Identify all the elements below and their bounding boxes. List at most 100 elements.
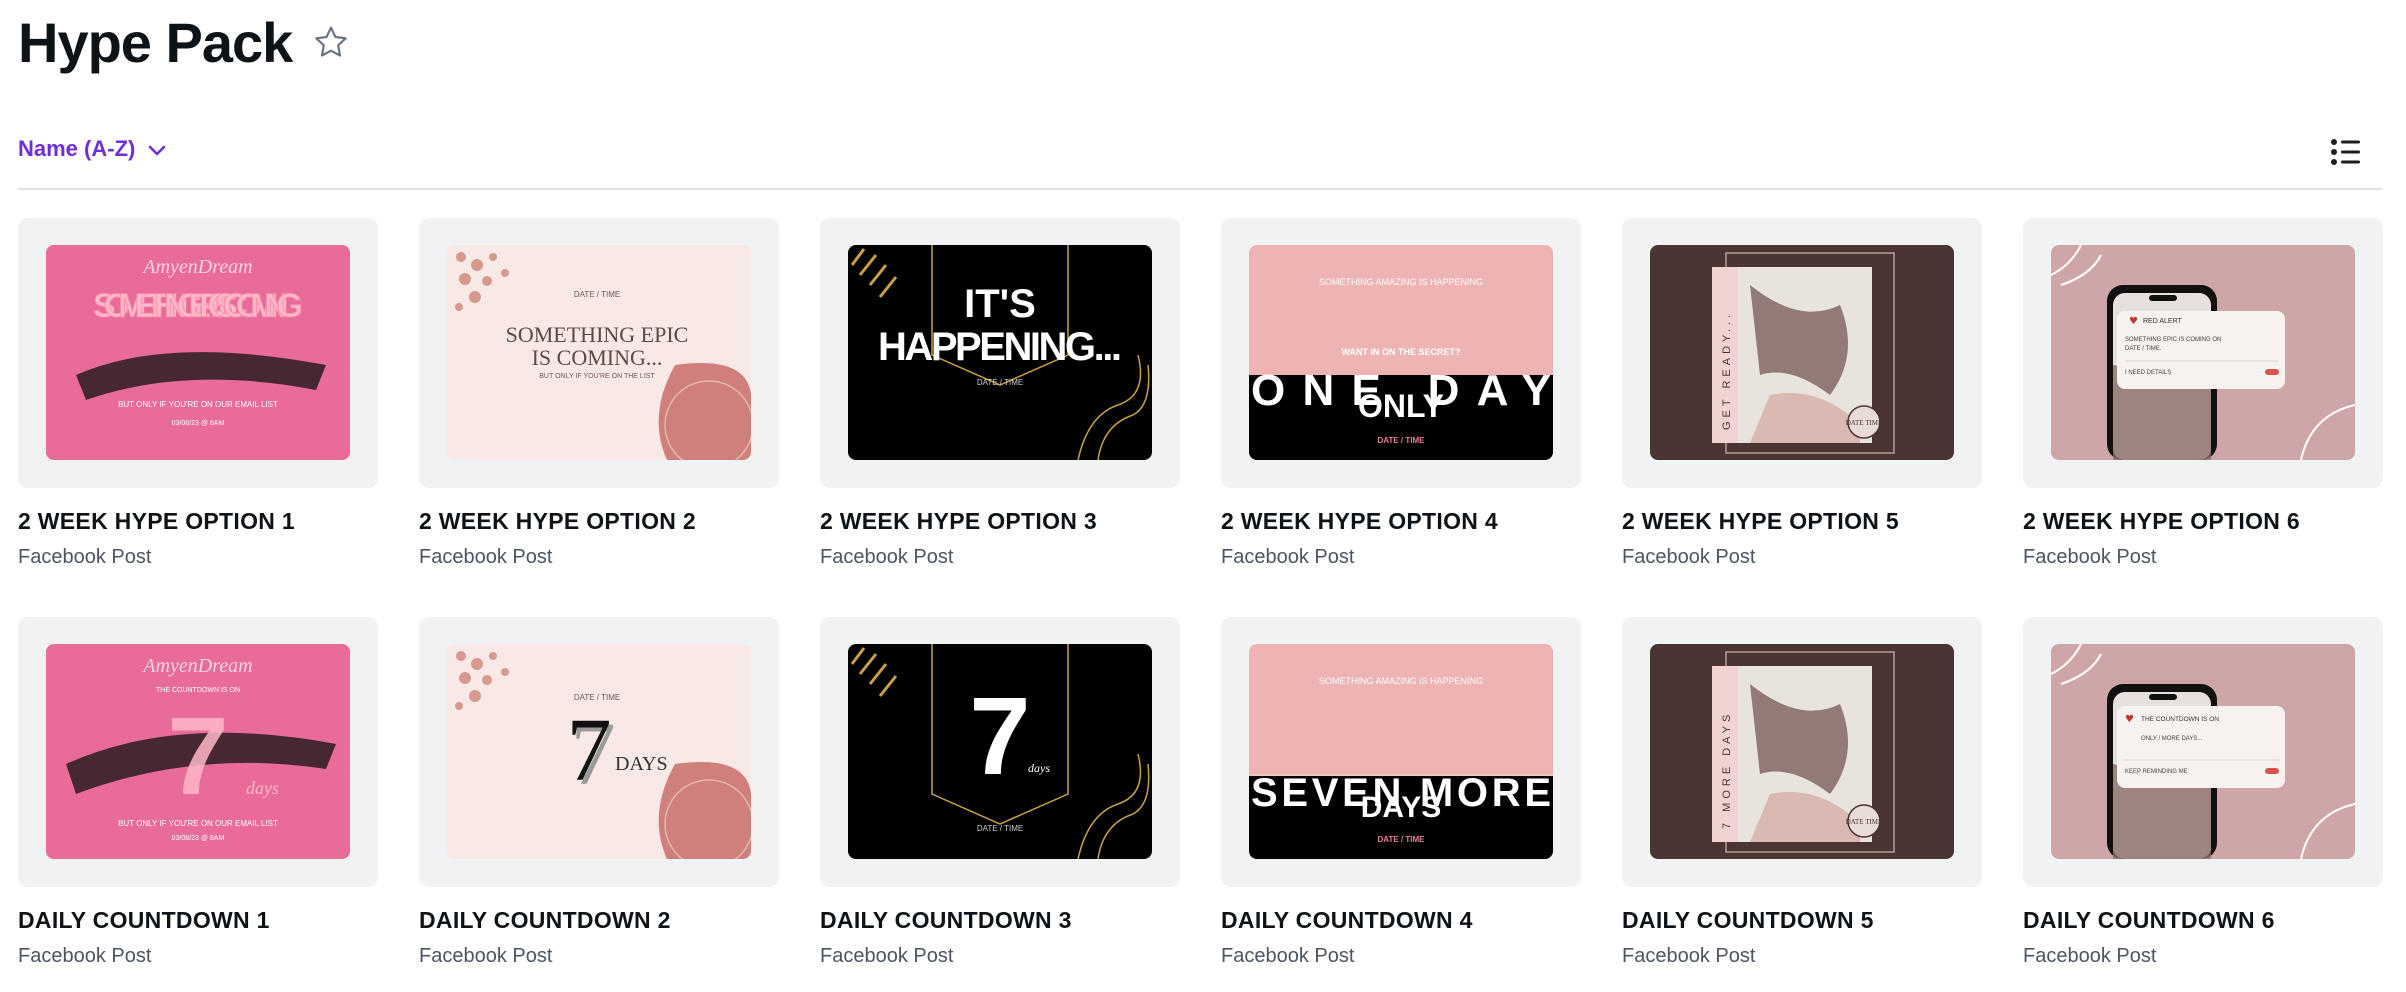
design-type: Facebook Post [1221, 945, 1355, 967]
design-title: 2 WEEK HYPE OPTION 4 [1221, 508, 1498, 534]
svg-text:♥: ♥ [2129, 316, 2138, 327]
svg-text:BUT ONLY IF YOU'RE ON OUR EMAI: BUT ONLY IF YOU'RE ON OUR EMAIL LIST [118, 819, 278, 828]
design-card[interactable]: 7 MORE DAYS DATE TIME DAILY COUNTDOWN 5 … [1622, 617, 1982, 981]
design-thumbnail: SOMETHING AMAZING IS HAPPENING WANT IN O… [1249, 245, 1553, 460]
svg-text:SOMETHING EPIC IS COMING ON: SOMETHING EPIC IS COMING ON [2125, 337, 2221, 343]
thumbnail-frame: 7 days DATE / TIME [820, 617, 1180, 887]
design-thumbnail: AmyenDream THE COUNTDOWN IS ON 7 days BU… [46, 644, 350, 859]
design-title: 2 WEEK HYPE OPTION 2 [419, 508, 696, 534]
svg-text:days: days [1028, 761, 1050, 775]
svg-text:days: days [246, 778, 279, 798]
design-card[interactable]: AmyenDream SOMETHING EPIC IS COMING BUT … [18, 218, 378, 582]
thumbnail-frame: ♥ THE COUNTDOWN IS ON ONLY / MORE DAYS..… [2023, 617, 2383, 887]
design-title: 2 WEEK HYPE OPTION 5 [1622, 508, 1899, 534]
star-icon[interactable] [310, 22, 352, 64]
svg-text:7: 7 [969, 675, 1030, 798]
svg-text:SOMETHING EPIC: SOMETHING EPIC [506, 322, 689, 347]
svg-text:I NEED DETAILS: I NEED DETAILS [2125, 370, 2171, 376]
design-card[interactable]: AmyenDream THE COUNTDOWN IS ON 7 days BU… [18, 617, 378, 981]
svg-text:RED ALERT: RED ALERT [2143, 318, 2182, 325]
svg-text:SOMETHING AMAZING IS HAPPENING: SOMETHING AMAZING IS HAPPENING [1319, 676, 1483, 686]
design-card[interactable]: ♥ THE COUNTDOWN IS ON ONLY / MORE DAYS..… [2023, 617, 2383, 981]
design-grid: AmyenDream SOMETHING EPIC IS COMING BUT … [18, 218, 2383, 981]
svg-text:KEEP REMINDING ME: KEEP REMINDING ME [2125, 769, 2188, 775]
design-title: 2 WEEK HYPE OPTION 6 [2023, 508, 2300, 534]
design-card[interactable]: DATE / TIME 7 7 DAYS DAILY COUNTDOWN 2 F… [419, 617, 779, 981]
design-type: Facebook Post [1622, 945, 1756, 967]
design-thumbnail: DATE / TIME 7 7 DAYS [447, 644, 751, 859]
design-card[interactable]: GET READY... DATE TIME 2 WEEK HYPE OPTIO… [1622, 218, 1982, 582]
design-title: 2 WEEK HYPE OPTION 1 [18, 508, 295, 534]
svg-text:BUT ONLY IF YOU'RE ON THE LIST: BUT ONLY IF YOU'RE ON THE LIST [539, 373, 655, 380]
sort-dropdown[interactable]: Name (A-Z) [18, 134, 167, 164]
design-card[interactable]: IT'S HAPPENING... DATE / TIME 2 WEEK HYP… [820, 218, 1180, 582]
design-thumbnail: ♥ THE COUNTDOWN IS ON ONLY / MORE DAYS..… [2051, 644, 2355, 859]
svg-text:♥: ♥ [2125, 714, 2134, 725]
thumbnail-frame: SOMETHING AMAZING IS HAPPENING WANT IN O… [1221, 218, 1581, 488]
svg-text:ONLY / MORE DAYS...: ONLY / MORE DAYS... [2141, 736, 2203, 742]
design-title: DAILY COUNTDOWN 4 [1221, 907, 1473, 933]
svg-text:7: 7 [567, 701, 612, 800]
svg-text:SOMETHING EPIC IS COMING: SOMETHING EPIC IS COMING [93, 287, 303, 325]
design-card[interactable]: SOMETHING AMAZING IS HAPPENING SEVEN MOR… [1221, 617, 1581, 981]
design-title: DAILY COUNTDOWN 1 [18, 907, 270, 933]
list-view-icon[interactable] [2328, 134, 2364, 170]
toolbar: Name (A-Z) [18, 128, 2382, 190]
svg-text:ONLY: ONLY [1358, 388, 1444, 424]
svg-text:AmyenDream: AmyenDream [141, 655, 252, 677]
design-title: DAILY COUNTDOWN 2 [419, 907, 671, 933]
design-type: Facebook Post [2023, 546, 2157, 568]
sort-label: Name (A-Z) [18, 136, 136, 161]
design-title: DAILY COUNTDOWN 6 [2023, 907, 2275, 933]
page-title: Hype Pack [18, 11, 293, 74]
svg-text:7: 7 [167, 695, 228, 818]
svg-text:DATE / TIME: DATE / TIME [574, 290, 620, 299]
design-thumbnail: IT'S HAPPENING... DATE / TIME [848, 245, 1152, 460]
design-type: Facebook Post [419, 945, 553, 967]
svg-text:THE COUNTDOWN IS ON: THE COUNTDOWN IS ON [2141, 716, 2219, 723]
design-title: 2 WEEK HYPE OPTION 3 [820, 508, 1097, 534]
svg-text:03/08/23 @ 8AM: 03/08/23 @ 8AM [172, 835, 225, 842]
title-row: Hype Pack [18, 8, 352, 78]
design-type: Facebook Post [18, 945, 152, 967]
svg-text:THE COUNTDOWN IS ON: THE COUNTDOWN IS ON [156, 687, 240, 694]
svg-text:7 MORE DAYS: 7 MORE DAYS [1721, 711, 1733, 829]
thumbnail-frame: 7 MORE DAYS DATE TIME [1622, 617, 1982, 887]
svg-text:WANT IN ON THE SECRET?: WANT IN ON THE SECRET? [1342, 347, 1461, 357]
svg-text:DAYS: DAYS [615, 753, 668, 775]
design-thumbnail: AmyenDream SOMETHING EPIC IS COMING BUT … [46, 245, 350, 460]
design-title: DAILY COUNTDOWN 5 [1622, 907, 1874, 933]
design-card[interactable]: 7 days DATE / TIME DAILY COUNTDOWN 3 Fac… [820, 617, 1180, 981]
svg-text:BUT ONLY IF YOU'RE ON OUR EMAI: BUT ONLY IF YOU'RE ON OUR EMAIL LIST [118, 400, 278, 409]
thumbnail-frame: IT'S HAPPENING... DATE / TIME [820, 218, 1180, 488]
design-card[interactable]: SOMETHING AMAZING IS HAPPENING WANT IN O… [1221, 218, 1581, 582]
svg-text:DATE / TIME: DATE / TIME [977, 378, 1023, 387]
svg-text:DATE / TIME.: DATE / TIME. [2125, 346, 2162, 352]
thumbnail-frame: AmyenDream SOMETHING EPIC IS COMING BUT … [18, 218, 378, 488]
thumbnail-frame: SOMETHING AMAZING IS HAPPENING SEVEN MOR… [1221, 617, 1581, 887]
design-thumbnail: SOMETHING AMAZING IS HAPPENING SEVEN MOR… [1249, 644, 1553, 859]
design-card[interactable]: DATE / TIME SOMETHING EPIC IS COMING... … [419, 218, 779, 582]
design-type: Facebook Post [2023, 945, 2157, 967]
design-type: Facebook Post [820, 546, 954, 568]
svg-text:HAPPENING...: HAPPENING... [878, 325, 1122, 369]
chevron-down-icon [147, 138, 167, 164]
svg-text:03/08/23 @ 8AM: 03/08/23 @ 8AM [172, 420, 225, 427]
design-thumbnail: ♥ RED ALERT SOMETHING EPIC IS COMING ON … [2051, 245, 2355, 460]
design-thumbnail: 7 MORE DAYS DATE TIME [1650, 644, 1954, 859]
thumbnail-frame: DATE / TIME 7 7 DAYS [419, 617, 779, 887]
design-type: Facebook Post [18, 546, 152, 568]
svg-text:GET READY...: GET READY... [1721, 311, 1733, 430]
design-type: Facebook Post [1622, 546, 1756, 568]
design-card[interactable]: ♥ RED ALERT SOMETHING EPIC IS COMING ON … [2023, 218, 2383, 582]
thumbnail-frame: AmyenDream THE COUNTDOWN IS ON 7 days BU… [18, 617, 378, 887]
svg-text:DATE TIME: DATE TIME [1846, 419, 1883, 427]
design-title: DAILY COUNTDOWN 3 [820, 907, 1072, 933]
design-thumbnail: DATE / TIME SOMETHING EPIC IS COMING... … [447, 245, 751, 460]
design-thumbnail: 7 days DATE / TIME [848, 644, 1152, 859]
svg-text:AmyenDream: AmyenDream [141, 256, 252, 278]
svg-text:DATE / TIME: DATE / TIME [977, 824, 1023, 833]
design-type: Facebook Post [419, 546, 553, 568]
design-thumbnail: GET READY... DATE TIME [1650, 245, 1954, 460]
svg-text:IT'S: IT'S [964, 282, 1036, 326]
